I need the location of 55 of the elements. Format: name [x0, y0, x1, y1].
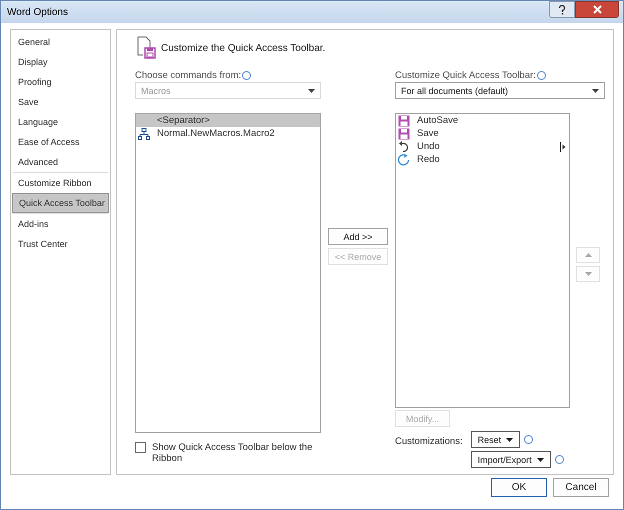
- reset-button[interactable]: Reset: [470, 431, 520, 448]
- list-item[interactable]: <Separator>: [136, 114, 320, 127]
- info-icon: [536, 70, 546, 80]
- caret-icon: [536, 458, 544, 462]
- sidebar-item[interactable]: Trust Center: [12, 234, 109, 254]
- sidebar-item[interactable]: Proofing: [12, 72, 109, 92]
- item-label: AutoSave: [417, 115, 458, 126]
- info-icon: [524, 435, 534, 444]
- list-item[interactable]: Save: [396, 127, 569, 140]
- list-item[interactable]: Undo: [396, 140, 569, 153]
- up-arrow-icon: [584, 253, 592, 257]
- help-icon: [558, 4, 566, 14]
- sidebar-item[interactable]: Display: [12, 52, 109, 72]
- help-button[interactable]: [549, 1, 575, 18]
- close-icon: [592, 5, 602, 14]
- sidebar-item[interactable]: Quick Access Toolbar: [12, 193, 109, 213]
- item-label: Save: [417, 128, 439, 139]
- cancel-button[interactable]: Cancel: [553, 478, 609, 497]
- add-button[interactable]: Add >>: [328, 228, 388, 245]
- list-item[interactable]: Normal.NewMacros.Macro2: [136, 127, 320, 140]
- sidebar-item[interactable]: Advanced: [12, 152, 109, 172]
- field-label: Customize Quick Access Toolbar:: [395, 70, 536, 80]
- sidebar-item[interactable]: Customize Ribbon: [12, 173, 109, 193]
- checkbox-label: Show Quick Access Toolbar below the Ribbon: [152, 442, 314, 464]
- item-label: Normal.NewMacros.Macro2: [157, 128, 275, 139]
- down-arrow-icon: [584, 272, 592, 276]
- list-item[interactable]: AutoSave: [396, 114, 569, 127]
- caret-icon: [308, 88, 315, 92]
- save-icon: [398, 128, 410, 140]
- item-label: Undo: [417, 141, 440, 152]
- macro-icon: [138, 128, 150, 140]
- undo-icon: [398, 140, 410, 152]
- customizations-label: Customizations:: [395, 435, 463, 449]
- item-label: <Separator>: [157, 115, 210, 126]
- info-icon: [242, 70, 252, 80]
- caret-icon: [506, 438, 514, 442]
- dropdown[interactable]: For all documents (default): [395, 82, 605, 99]
- sidebar-item[interactable]: General: [12, 32, 109, 52]
- caret-icon: [592, 88, 599, 92]
- item-label: Redo: [417, 154, 440, 165]
- list-item[interactable]: Redo: [396, 153, 569, 166]
- checkbox[interactable]: [135, 442, 146, 453]
- sidebar-item[interactable]: Save: [12, 92, 109, 112]
- window-title: Word Options: [7, 6, 68, 18]
- field-label: Choose commands from:: [135, 70, 242, 80]
- redo-icon: [398, 154, 410, 166]
- info-icon: [554, 455, 564, 464]
- sidebar-item[interactable]: Add-ins: [12, 214, 109, 234]
- sidebar-item[interactable]: Ease of Access: [12, 132, 109, 152]
- close-button[interactable]: [575, 1, 619, 18]
- import-export-button[interactable]: Import/Export: [470, 451, 551, 468]
- ok-button[interactable]: OK: [491, 478, 547, 497]
- toolbar-document-icon: [135, 36, 157, 60]
- section-heading: Customize the Quick Access Toolbar.: [161, 42, 326, 54]
- sidebar-item[interactable]: Language: [12, 112, 109, 132]
